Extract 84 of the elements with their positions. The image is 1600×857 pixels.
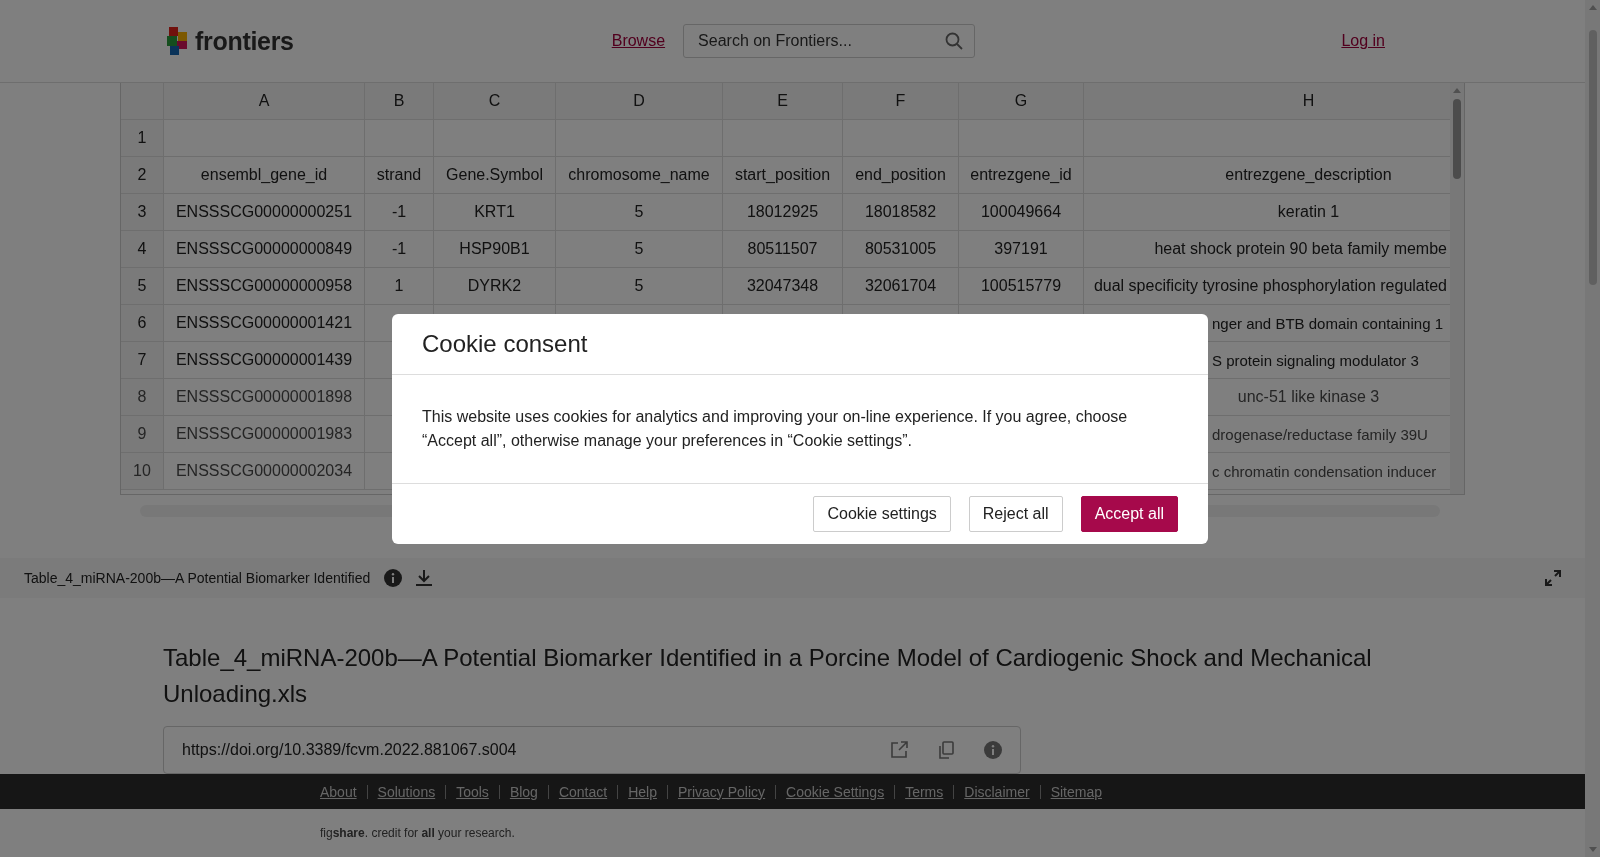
row-number: 7 (121, 342, 164, 379)
article-title: Table_4_miRNA-200b—A Potential Biomarker Identified in a Porcine Model of Cardiogenic Shock and Mechanical Unloading.xls (163, 643, 1373, 709)
footer-link[interactable]: Blog (498, 784, 548, 799)
page-scrollbar[interactable] (1585, 0, 1600, 857)
table-cell: -1 (365, 231, 434, 268)
column-header: D (556, 83, 723, 120)
dialog-message: This website uses cookies for analytics and improving your on-line experience. If you agree, choose “Accept all”, otherwise manage your preferences in “Cookie settings”. (422, 408, 1128, 449)
dialog-button[interactable]: Reject all (968, 496, 1063, 532)
column-header: G (959, 83, 1084, 120)
table-cell: 1 (365, 268, 434, 305)
table-cell: start_position (723, 157, 843, 194)
footer-link[interactable]: Help (617, 784, 667, 799)
footer-link[interactable]: Sitemap (1039, 784, 1112, 799)
logo-text[interactable]: frontiers (195, 26, 294, 56)
tagline: figshare. credit for all your research. (320, 826, 515, 840)
table-cell: DYRK2 (434, 268, 556, 305)
figure-caption: Table_4_miRNA-200b—A Potential Biomarker Identified (24, 570, 371, 586)
row-number: 9 (121, 416, 164, 453)
row-number: 5 (121, 268, 164, 305)
table-cell: ENSSSCG00000000251 (164, 194, 365, 231)
column-header: C (434, 83, 556, 120)
row-number: 6 (121, 305, 164, 342)
dialog-button[interactable]: Cookie settings (813, 496, 951, 532)
scrollbar[interactable] (1450, 83, 1464, 494)
table-cell: ENSSSCG00000001898 (164, 379, 365, 416)
table-cell: 5 (556, 268, 723, 305)
footer-link[interactable]: Contact (547, 784, 618, 799)
login-link[interactable]: Log in (1341, 32, 1385, 50)
row-number: 4 (121, 231, 164, 268)
table-cell: ENSSSCG00000001439 (164, 342, 365, 379)
fullscreen-icon[interactable] (1545, 570, 1561, 586)
row-number: 3 (121, 194, 164, 231)
row-number: 1 (121, 120, 164, 157)
row-number: 2 (121, 157, 164, 194)
footer-link[interactable]: About (320, 784, 367, 799)
download-icon[interactable] (416, 569, 433, 587)
external-link-icon[interactable] (890, 741, 908, 759)
column-header: H (1084, 83, 1450, 120)
table-cell: ENSSSCG00000001983 (164, 416, 365, 453)
footer-link[interactable]: Cookie Settings (775, 784, 895, 799)
table-cell: 100515779 (959, 268, 1084, 305)
search-icon[interactable] (945, 32, 964, 50)
table-cell: ENSSSCG00000000958 (164, 268, 365, 305)
table-cell: 80511507 (723, 231, 843, 268)
footer-link[interactable]: Privacy Policy (666, 784, 776, 799)
table-cell: ENSSSCG00000001421 (164, 305, 365, 342)
table-cell: 5 (556, 194, 723, 231)
info-icon[interactable] (384, 569, 403, 587)
table-cell: 80531005 (843, 231, 959, 268)
table-cell: ENSSSCG00000002034 (164, 453, 365, 490)
table-cell: Gene.Symbol (434, 157, 556, 194)
table-cell: ENSSSCG00000000849 (164, 231, 365, 268)
table-cell: strand (365, 157, 434, 194)
search-field[interactable]: Search on Frontiers... (683, 24, 976, 58)
table-cell: end_position (843, 157, 959, 194)
accept-button[interactable]: Accept all (1080, 496, 1178, 532)
column-header: F (843, 83, 959, 120)
table-cell: 32061704 (843, 268, 959, 305)
table-cell: entrezgene_id (959, 157, 1084, 194)
footer-link[interactable]: Disclaimer (953, 784, 1040, 799)
table-cell: 100049664 (959, 194, 1084, 231)
doi-link[interactable]: https://doi.org/10.3389/fcvm.2022.881067.s004 (182, 741, 517, 759)
footer-link[interactable]: Terms (894, 784, 954, 799)
footer-link[interactable]: Solutions (366, 784, 446, 799)
copy-icon[interactable] (938, 741, 954, 759)
footer-link[interactable]: Tools (445, 784, 499, 799)
dialog-title: Cookie consent (422, 330, 588, 358)
info-icon[interactable] (984, 741, 1002, 759)
table-cell: 5 (556, 231, 723, 268)
table-cell: 397191 (959, 231, 1084, 268)
row-number: 10 (121, 453, 164, 490)
row-number: 8 (121, 379, 164, 416)
table-cell: KRT1 (434, 194, 556, 231)
table-cell: 32047348 (723, 268, 843, 305)
table-cell: ensembl_gene_id (164, 157, 365, 194)
table-cell: -1 (365, 194, 434, 231)
table-cell: 18018582 (843, 194, 959, 231)
column-header: A (164, 83, 365, 120)
table-cell: HSP90B1 (434, 231, 556, 268)
table-cell: chromosome_name (556, 157, 723, 194)
column-header: B (365, 83, 434, 120)
column-header: E (723, 83, 843, 120)
table-cell: 18012925 (723, 194, 843, 231)
browse-link[interactable]: Browse (611, 32, 666, 50)
